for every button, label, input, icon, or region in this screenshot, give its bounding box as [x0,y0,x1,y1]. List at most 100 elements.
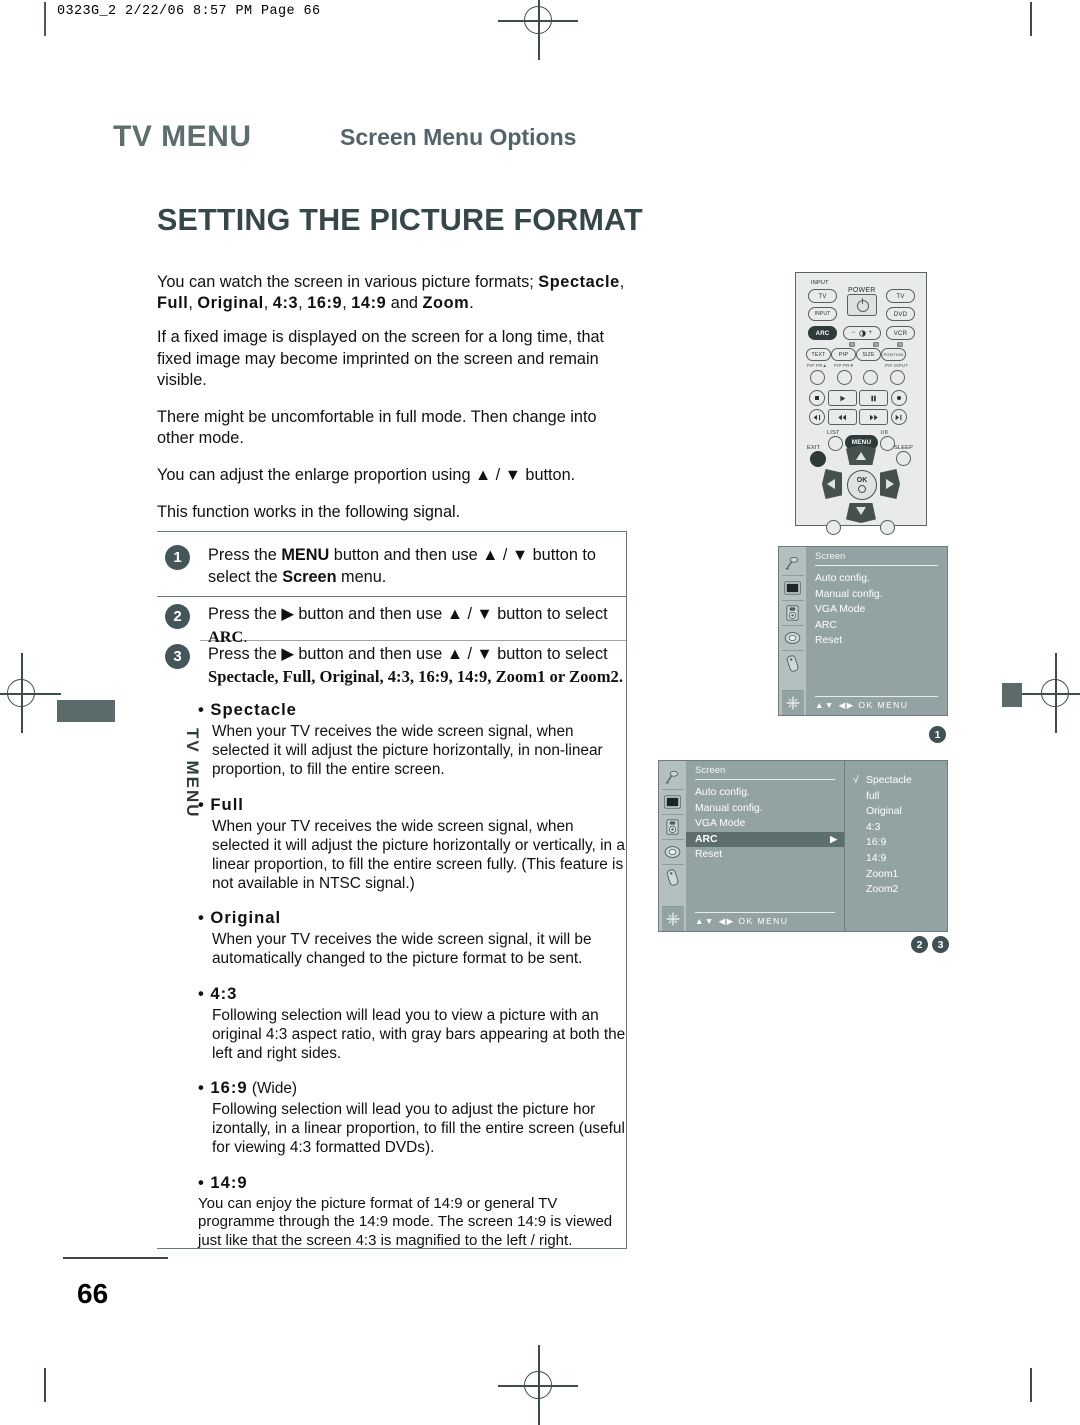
format-item-16-9: • 16:9 (Wide) Following selection will l… [198,1078,630,1158]
remote-key-tv-right[interactable]: TV [886,289,915,303]
remote-key-fast-forward[interactable] [859,409,888,425]
osd-item-reset[interactable]: Reset [686,847,844,863]
osd-item-arc[interactable]: ARC [806,618,947,634]
remote-key-pip-input[interactable] [890,370,905,385]
picture-icon[interactable] [661,789,684,814]
format-name-full: Full [157,294,189,313]
osd-arc-option-original[interactable]: Original [845,804,947,820]
step-3: 3 Press the ▶ button and then use ▲ / ▼ … [165,644,630,688]
format-name-43: 4:3 [272,294,299,313]
osd-item-manual-config[interactable]: Manual config. [806,587,947,603]
remote-key-power[interactable] [847,294,877,316]
step-3-badge: 3 [165,644,190,669]
remote-key-vcr[interactable]: VCR [886,326,915,340]
osd-arc-option-full[interactable]: full [845,789,947,805]
special-remote-icon[interactable] [661,864,684,889]
osd-arc-option-label: Zoom1 [866,868,899,880]
clock-icon[interactable] [661,839,684,864]
remote-key-bottom-right[interactable] [880,520,895,535]
remote-key-ok[interactable]: OK [847,470,877,500]
remote-key-text[interactable]: TEXT [806,348,831,361]
chevron-right-icon: ▶ [830,833,837,844]
pip-pr-up-label: PIP PR▲ [807,363,828,368]
osd-arc-option-14-9[interactable]: 14:9 [845,851,947,867]
remote-key-play[interactable] [828,390,857,406]
dpad-right-button[interactable] [880,469,900,499]
picture-icon[interactable] [781,575,804,600]
remote-dpad[interactable]: OK [822,445,900,523]
format-suffix: (Wide) [247,1080,297,1098]
antenna-icon[interactable] [662,765,684,789]
remote-key-pip-pr-down[interactable] [837,370,852,385]
remote-key-bottom-left[interactable] [826,520,841,535]
dpad-down-button[interactable] [846,503,876,523]
osd-item-arc-selected[interactable]: ARC ▶ [686,831,844,847]
file-stamp: 0323G_2 2/22/06 8:57 PM Page 66 [57,4,321,19]
clock-icon[interactable] [781,625,804,650]
step3-options: Spectacle, Full, Original, 4:3, 16:9, 14… [208,666,623,686]
ok-label: OK [856,477,868,484]
intro-paragraph-2: If a fixed image is displayed on the scr… [157,328,605,389]
remote-key-pip-swap[interactable] [863,370,878,385]
sep: . [469,294,474,313]
osd-item-vga-mode[interactable]: VGA Mode [686,816,844,832]
remote-key-skip-forward[interactable] [891,409,907,425]
format-heading: • 16:9 (Wide) [198,1078,297,1098]
audio-icon[interactable] [781,600,804,625]
osd-arc-option-zoom2[interactable]: Zoom2 [845,882,947,898]
osd-item-manual-config[interactable]: Manual config. [686,801,844,817]
osd-item-arc-label: ARC [695,833,718,845]
remote-key-pause[interactable] [859,390,888,406]
osd-item-vga-mode[interactable]: VGA Mode [806,602,947,618]
osd-footer-hints: ▲▼ ◀▶ OK MENU [815,700,909,710]
osd-arc-option-16-9[interactable]: 16:9 [845,835,947,851]
audio-icon[interactable] [661,814,684,839]
remote-key-dvd[interactable]: DVD [886,307,915,321]
osd-footer: ▲▼ ◀▶ OK MENU [815,696,938,711]
osd-panel-2: Screen Auto config. Manual config. VGA M… [686,761,844,931]
osd-arc-option-4-3[interactable]: 4:3 [845,820,947,836]
osd-item-auto-config[interactable]: Auto config. [686,785,844,801]
remote-key-position[interactable]: POSITION [881,348,906,361]
remote-key-pip-pr-up[interactable] [810,370,825,385]
osd-panel: Screen Auto config. Manual config. VGA M… [806,547,947,715]
remote-key-record[interactable] [891,390,907,406]
format-heading: • 4:3 [198,983,238,1003]
format-heading: • Original [198,908,282,928]
crop-line-right-bottom [1030,1368,1032,1402]
up-arrow-icon: ▲ [475,466,492,485]
osd-arc-option-label: 4:3 [866,821,881,833]
remote-key-rewind[interactable] [828,409,857,425]
bleed-block-left [57,700,115,722]
dpad-left-button[interactable] [822,469,842,499]
step2-b: button and then use [293,605,447,623]
sep: and [386,294,423,313]
divider-step1-step2 [157,596,627,598]
remote-key-tv-left[interactable]: TV [808,289,837,303]
osd-item-auto-config[interactable]: Auto config. [806,571,947,587]
intro-paragraph-5: This function works in the following sig… [157,503,461,522]
step2-d: . [243,627,248,646]
screen-icon[interactable] [781,690,804,715]
remote-key-size[interactable]: SIZE [856,348,881,361]
down-arrow-icon: ▼ [476,605,493,623]
dpad-up-button[interactable] [846,445,876,465]
format-heading: • Spectacle [198,700,297,719]
osd-arc-option-spectacle[interactable]: √ Spectacle [845,773,947,789]
remote-key-pip[interactable]: PIP [831,348,856,361]
remote-key-arc[interactable]: ARC [808,326,837,340]
format-description: When your TV receives the wide screen si… [212,723,603,779]
osd-arc-option-zoom1[interactable]: Zoom1 [845,867,947,883]
remote-key-brightness[interactable]: − + [843,326,881,340]
screen-icon[interactable] [661,906,684,931]
format-name-original: Original [197,294,264,313]
antenna-icon[interactable] [782,551,804,575]
pip-pr-down-label: PIP PR▼ [834,363,855,368]
remote-key-input[interactable]: INPUT [808,307,837,321]
format-item-original: • Original When your TV receives the wid… [198,908,630,968]
osd-item-reset[interactable]: Reset [806,633,947,649]
special-remote-icon[interactable] [781,650,804,675]
remote-key-stop[interactable] [809,390,825,406]
format-item-spectacle: • Spectacle When your TV receives the wi… [198,700,630,780]
remote-key-skip-back[interactable] [809,409,825,425]
